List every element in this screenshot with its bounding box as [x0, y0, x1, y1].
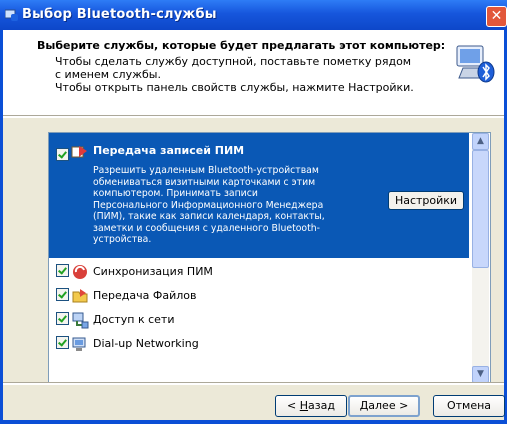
service-label: Dial-up Networking	[93, 337, 199, 350]
settings-button[interactable]: Настройки	[388, 191, 464, 210]
list-item[interactable]: Передача Файлов	[49, 284, 469, 308]
bluetooth-app-icon	[5, 9, 18, 21]
close-button[interactable]: ✕	[486, 6, 507, 27]
bluetooth-computer-icon	[456, 45, 495, 83]
service-description: Разрешить удаленным Bluetooth-устройства…	[93, 165, 325, 245]
footer-separator	[3, 382, 504, 385]
service-label: Передача записей ПИМ	[93, 144, 245, 157]
next-button[interactable]: Далее >	[348, 395, 420, 417]
service-checkbox[interactable]	[56, 288, 69, 301]
service-label: Синхронизация ПИМ	[93, 265, 213, 278]
dialup-icon	[72, 337, 86, 351]
dialog-window: Выбор Bluetooth-службы ✕ Выберите службы…	[0, 0, 507, 424]
instruction-line-2: Чтобы открыть панель свойств службы, наж…	[55, 81, 414, 94]
instruction-line-1: Чтобы сделать службу доступной, поставьт…	[55, 55, 412, 81]
pim-sync-icon	[73, 265, 87, 279]
title-bar[interactable]: Выбор Bluetooth-службы ✕	[0, 0, 507, 30]
scroll-down-button[interactable]: ▼	[472, 366, 489, 383]
header-separator	[3, 115, 504, 118]
list-scrollbar[interactable]: ▲ ▼	[472, 133, 489, 383]
list-item[interactable]: Dial-up Networking	[49, 332, 469, 356]
service-label: Передача Файлов	[93, 289, 197, 302]
service-label: Доступ к сети	[93, 313, 175, 326]
list-item[interactable]: Доступ к сети	[49, 308, 469, 332]
pim-transfer-icon	[71, 146, 87, 158]
scroll-thumb[interactable]	[472, 150, 489, 268]
file-transfer-icon	[72, 289, 88, 303]
cancel-button[interactable]: Отмена	[433, 395, 505, 417]
window-title: Выбор Bluetooth-службы	[22, 7, 217, 22]
header-instructions: Чтобы сделать службу доступной, поставьт…	[55, 55, 415, 94]
back-button[interactable]: < Назад	[275, 395, 347, 417]
service-checkbox[interactable]	[56, 264, 69, 277]
scroll-up-button[interactable]: ▲	[472, 133, 489, 150]
network-access-icon	[72, 312, 89, 329]
dialog-body: Выберите службы, которые будет предлагат…	[3, 30, 505, 420]
list-item-selected[interactable]: Передача записей ПИМ Разрешить удаленным…	[49, 133, 469, 258]
service-checkbox[interactable]	[56, 148, 69, 161]
list-item[interactable]: Синхронизация ПИМ	[49, 260, 469, 284]
wizard-header: Выберите службы, которые будет предлагат…	[3, 30, 504, 115]
services-list[interactable]: Передача записей ПИМ Разрешить удаленным…	[48, 132, 491, 384]
header-title: Выберите службы, которые будет предлагат…	[37, 39, 446, 52]
service-checkbox[interactable]	[56, 312, 69, 325]
service-checkbox[interactable]	[56, 336, 69, 349]
